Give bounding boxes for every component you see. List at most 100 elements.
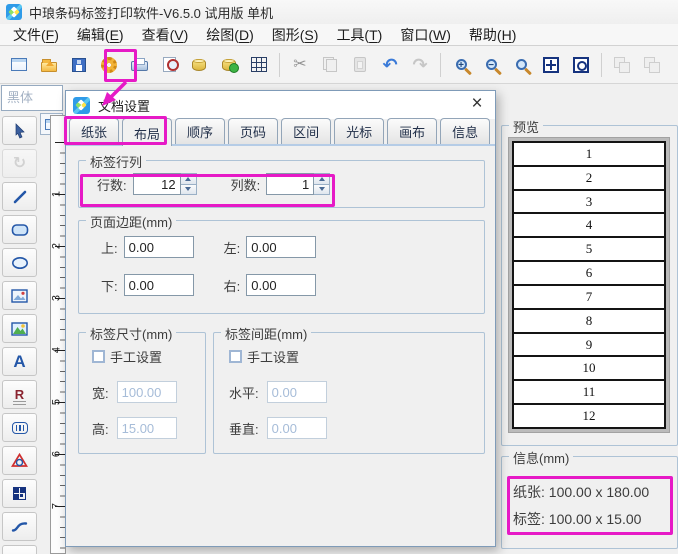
logo-triangle-icon xyxy=(11,453,28,468)
fit-window-button[interactable] xyxy=(538,51,564,79)
rotate-tool-button: ↻ xyxy=(2,149,37,178)
width-input xyxy=(117,381,177,403)
barcode-tool-button[interactable] xyxy=(2,413,37,442)
margin-bottom-input[interactable] xyxy=(124,274,194,296)
cols-spin-up-button[interactable] xyxy=(314,174,329,184)
label-size-info: 标签: 100.00 x 15.00 xyxy=(502,506,677,533)
margin-top-label: 上: xyxy=(101,238,118,257)
margin-right-label: 右: xyxy=(224,276,241,295)
menu-item[interactable]: 查看(V) xyxy=(133,25,198,45)
document-settings-dialog: 文档设置 × 纸张布局顺序页码区间光标画布信息 标签行列 行数: 列数: xyxy=(65,90,496,547)
rich-text-icon: R xyxy=(15,388,24,401)
dialog-tab[interactable]: 纸张 xyxy=(69,118,119,144)
dialog-tab[interactable]: 光标 xyxy=(334,118,384,144)
rows-spin-down-button[interactable] xyxy=(181,184,196,195)
redo-arrow-icon: ↷ xyxy=(412,56,427,74)
toolbar-separator xyxy=(601,53,602,77)
ellipse-tool-button[interactable] xyxy=(2,248,37,277)
picture-color-tool-button[interactable] xyxy=(2,314,37,343)
menu-item[interactable]: 绘图(D) xyxy=(197,25,262,45)
rotate-icon: ↻ xyxy=(13,156,26,172)
preview-label-cell: 6 xyxy=(514,262,664,286)
font-family-combobox[interactable]: 黑体 xyxy=(1,85,63,111)
menu-item[interactable]: 编辑(E) xyxy=(68,25,133,45)
dialog-tab[interactable]: 顺序 xyxy=(175,118,225,144)
preview-label-cell: 2 xyxy=(514,167,664,191)
picture-icon xyxy=(11,289,28,303)
copy-button xyxy=(317,51,343,79)
print-button[interactable] xyxy=(126,51,152,79)
zoom-out-icon: − xyxy=(486,59,497,70)
zoom-in-button[interactable]: + xyxy=(448,51,474,79)
preview-label-cell: 8 xyxy=(514,310,664,334)
rounded-rect-icon xyxy=(11,223,29,237)
database-button[interactable] xyxy=(186,51,212,79)
fit-window-icon xyxy=(543,57,559,73)
size-manual-checkbox[interactable] xyxy=(92,350,105,363)
select-tool-button[interactable] xyxy=(2,116,37,145)
margin-right-input[interactable] xyxy=(246,274,316,296)
arc-tool-button[interactable] xyxy=(2,545,37,554)
print-preview-button[interactable] xyxy=(156,51,182,79)
dialog-tab[interactable]: 页码 xyxy=(228,118,278,144)
curve-icon xyxy=(11,520,28,533)
cut-button: ✂ xyxy=(287,51,313,79)
open-folder-icon xyxy=(41,62,57,72)
zoom-out-button[interactable]: − xyxy=(478,51,504,79)
ungroup-objects-icon xyxy=(644,57,660,73)
margin-top-input[interactable] xyxy=(124,236,194,258)
menu-item[interactable]: 工具(T) xyxy=(327,25,391,45)
rows-spin-up-button[interactable] xyxy=(181,174,196,184)
rows-spinner xyxy=(133,173,197,195)
save-button[interactable] xyxy=(66,51,92,79)
dialog-content: 标签行列 行数: 列数: 页面边距(mm) xyxy=(66,146,495,546)
fit-selection-button[interactable] xyxy=(568,51,594,79)
rows-input[interactable] xyxy=(133,173,181,195)
cols-spin-down-button[interactable] xyxy=(314,184,329,195)
grid-toggle-button[interactable] xyxy=(246,51,272,79)
menu-item[interactable]: 图形(S) xyxy=(263,25,328,45)
dialog-tab[interactable]: 布局 xyxy=(122,118,172,146)
dialog-tab[interactable]: 信息 xyxy=(440,118,490,144)
preview-label-cell: 5 xyxy=(514,238,664,262)
menu-item[interactable]: 文件(F) xyxy=(4,25,68,45)
main-toolbar: ✂ ↶ ↷ + − xyxy=(0,46,678,84)
preview-label-cell: 12 xyxy=(514,405,664,427)
cols-input[interactable] xyxy=(266,173,314,195)
gap-manual-checkbox[interactable] xyxy=(229,350,242,363)
rowcol-group: 标签行列 行数: 列数: xyxy=(78,160,485,208)
gear-icon xyxy=(101,57,117,73)
menu-item[interactable]: 窗口(W) xyxy=(391,25,460,45)
zoom-button[interactable] xyxy=(508,51,534,79)
fit-selection-icon xyxy=(573,57,589,73)
margin-left-input[interactable] xyxy=(246,236,316,258)
rows-label: 行数: xyxy=(97,175,127,194)
margin-bottom-label: 下: xyxy=(101,276,118,295)
margins-group: 页面边距(mm) 上: 左: 下: 右: xyxy=(78,220,485,314)
info-group: 信息(mm) 纸张: 100.00 x 180.00 标签: 100.00 x … xyxy=(501,456,678,549)
grid-icon xyxy=(251,57,267,72)
dialog-tab[interactable]: 画布 xyxy=(387,118,437,144)
new-document-button[interactable] xyxy=(6,51,32,79)
dialog-logo-icon xyxy=(73,97,90,114)
close-icon[interactable]: × xyxy=(464,92,490,116)
save-icon xyxy=(72,58,86,72)
menu-item[interactable]: 帮助(H) xyxy=(460,25,525,45)
curve-tool-button[interactable] xyxy=(2,512,37,541)
undo-button[interactable]: ↶ xyxy=(377,51,403,79)
undo-arrow-icon: ↶ xyxy=(382,56,397,74)
window-titlebar: 中琅条码标签打印软件-V6.5.0 试用版 单机 xyxy=(0,0,678,25)
line-icon xyxy=(12,189,28,205)
page-setup-button[interactable] xyxy=(96,51,122,79)
label-preview-frame: 123456789101112 xyxy=(508,137,670,433)
database-connect-button[interactable] xyxy=(216,51,242,79)
dialog-tab[interactable]: 区间 xyxy=(281,118,331,144)
height-label: 高: xyxy=(92,419,109,438)
margin-left-label: 左: xyxy=(224,238,241,257)
window-title: 中琅条码标签打印软件-V6.5.0 试用版 单机 xyxy=(29,3,273,22)
text-icon: A xyxy=(13,353,25,370)
margins-group-title: 页面边距(mm) xyxy=(86,212,176,231)
dialog-title: 文档设置 xyxy=(98,96,150,115)
paste-icon xyxy=(354,57,366,72)
open-file-button[interactable] xyxy=(36,51,62,79)
